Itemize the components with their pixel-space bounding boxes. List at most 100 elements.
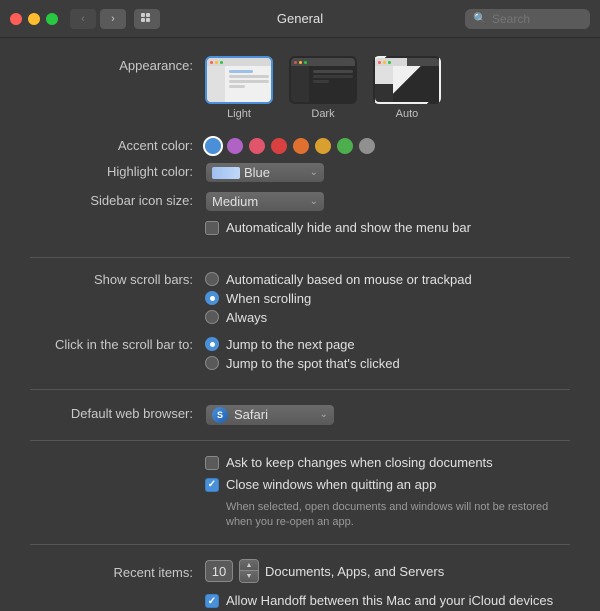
click-next-page-radio[interactable] xyxy=(205,337,219,351)
appearance-options: Light xyxy=(205,56,570,120)
click-next-page-label: Jump to the next page xyxy=(226,337,355,352)
accent-red[interactable] xyxy=(271,138,287,154)
recent-items-control: 10 ▲ ▼ Documents, Apps, and Servers xyxy=(205,559,570,583)
accent-colors-control xyxy=(205,136,570,154)
highlight-color-dropdown[interactable]: Blue ⌄ xyxy=(205,162,325,183)
appearance-dark[interactable]: Dark xyxy=(289,56,357,120)
sidebar-icon-size-control: Medium ⌄ xyxy=(205,191,570,212)
sidebar-icon-size-row: Sidebar icon size: Medium ⌄ xyxy=(30,191,570,212)
recent-items-suffix: Documents, Apps, and Servers xyxy=(265,564,444,579)
search-icon: 🔍 xyxy=(473,12,487,25)
back-button[interactable]: ‹ xyxy=(70,9,96,29)
appearance-dark-thumb xyxy=(289,56,357,104)
ask-keep-changes-checkbox[interactable] xyxy=(205,456,219,470)
menu-bar-row: Automatically hide and show the menu bar xyxy=(30,220,570,243)
appearance-light[interactable]: Light xyxy=(205,56,273,120)
click-scroll-bar-label: Click in the scroll bar to: xyxy=(30,337,205,352)
sidebar-icon-size-value: Medium xyxy=(212,194,306,209)
titlebar: ‹ › General 🔍 xyxy=(0,0,600,38)
close-documents-options: Ask to keep changes when closing documen… xyxy=(205,455,570,531)
appearance-auto-label: Auto xyxy=(396,108,419,120)
accent-blue[interactable] xyxy=(205,138,221,154)
sidebar-icon-size-arrow: ⌄ xyxy=(310,196,318,207)
scroll-auto-radio[interactable] xyxy=(205,272,219,286)
accent-yellow[interactable] xyxy=(315,138,331,154)
nav-buttons: ‹ › xyxy=(70,9,126,29)
click-scroll-bar-options: Jump to the next page Jump to the spot t… xyxy=(205,337,570,375)
forward-button[interactable]: › xyxy=(100,9,126,29)
scroll-auto-row: Automatically based on mouse or trackpad xyxy=(205,272,570,287)
stepper-down-icon[interactable]: ▼ xyxy=(240,571,258,582)
menu-bar-checkbox[interactable] xyxy=(205,221,219,235)
grid-button[interactable] xyxy=(134,9,160,29)
scroll-auto-label: Automatically based on mouse or trackpad xyxy=(226,272,472,287)
recent-items-value[interactable]: 10 xyxy=(205,560,233,582)
appearance-label: Appearance: xyxy=(30,56,205,73)
click-next-page-row: Jump to the next page xyxy=(205,337,570,352)
appearance-row: Appearance: xyxy=(30,56,570,120)
scroll-when-scrolling-row: When scrolling xyxy=(205,291,570,306)
highlight-color-control: Blue ⌄ xyxy=(205,162,570,183)
default-browser-dropdown[interactable]: S Safari ⌄ xyxy=(205,404,335,426)
window-title: General xyxy=(277,11,323,26)
accent-color-row: Accent color: xyxy=(30,136,570,154)
divider-3 xyxy=(30,440,570,441)
appearance-auto[interactable]: Auto xyxy=(373,56,441,120)
show-scroll-bars-options: Automatically based on mouse or trackpad… xyxy=(205,272,570,329)
click-spot-radio[interactable] xyxy=(205,356,219,370)
accent-graphite[interactable] xyxy=(359,138,375,154)
handoff-checkbox[interactable] xyxy=(205,594,219,608)
recent-items-stepper[interactable]: ▲ ▼ xyxy=(239,559,259,583)
safari-icon: S xyxy=(212,407,228,423)
recent-items-row: Recent items: 10 ▲ ▼ Documents, Apps, an… xyxy=(30,559,570,583)
click-spot-label: Jump to the spot that's clicked xyxy=(226,356,400,371)
minimize-button[interactable] xyxy=(28,13,40,25)
scroll-when-scrolling-label: When scrolling xyxy=(226,291,311,306)
accent-pink[interactable] xyxy=(249,138,265,154)
stepper-up-icon[interactable]: ▲ xyxy=(240,560,258,571)
appearance-auto-thumb xyxy=(373,56,441,104)
highlight-color-label: Highlight color: xyxy=(30,162,205,179)
appearance-light-label: Light xyxy=(227,108,251,120)
click-scroll-bar-row: Click in the scroll bar to: Jump to the … xyxy=(30,337,570,375)
search-box: 🔍 xyxy=(465,9,590,29)
divider-2 xyxy=(30,389,570,390)
fullscreen-button[interactable] xyxy=(46,13,58,25)
accent-purple[interactable] xyxy=(227,138,243,154)
main-content: Appearance: xyxy=(0,38,600,611)
scroll-always-label: Always xyxy=(226,310,267,325)
handoff-label: Allow Handoff between this Mac and your … xyxy=(226,593,553,610)
close-documents-row: Ask to keep changes when closing documen… xyxy=(30,455,570,531)
handoff-checkbox-row: Allow Handoff between this Mac and your … xyxy=(205,593,570,610)
accent-green[interactable] xyxy=(337,138,353,154)
highlight-color-arrow: ⌄ xyxy=(310,167,318,178)
search-input[interactable] xyxy=(492,12,582,26)
close-windows-row: Close windows when quitting an app xyxy=(205,477,570,494)
close-button[interactable] xyxy=(10,13,22,25)
divider-4 xyxy=(30,544,570,545)
default-browser-value: Safari xyxy=(234,407,314,422)
show-scroll-bars-row: Show scroll bars: Automatically based on… xyxy=(30,272,570,329)
sidebar-icon-size-label: Sidebar icon size: xyxy=(30,191,205,208)
accent-color-label: Accent color: xyxy=(30,136,205,153)
default-browser-control: S Safari ⌄ xyxy=(205,404,570,426)
default-browser-label: Default web browser: xyxy=(30,404,205,421)
scroll-always-row: Always xyxy=(205,310,570,325)
click-spot-row: Jump to the spot that's clicked xyxy=(205,356,570,371)
ask-keep-changes-label: Ask to keep changes when closing documen… xyxy=(226,455,493,472)
sidebar-icon-size-dropdown[interactable]: Medium ⌄ xyxy=(205,191,325,212)
show-scroll-bars-label: Show scroll bars: xyxy=(30,272,205,287)
close-windows-label: Close windows when quitting an app xyxy=(226,477,436,494)
appearance-dark-label: Dark xyxy=(311,108,334,120)
traffic-lights xyxy=(10,13,58,25)
menu-bar-checkbox-row: Automatically hide and show the menu bar xyxy=(205,220,570,237)
scroll-always-radio[interactable] xyxy=(205,310,219,324)
handoff-row: Allow Handoff between this Mac and your … xyxy=(30,593,570,611)
appearance-light-thumb xyxy=(205,56,273,104)
close-windows-checkbox[interactable] xyxy=(205,478,219,492)
scroll-when-scrolling-radio[interactable] xyxy=(205,291,219,305)
recent-items-label: Recent items: xyxy=(30,563,205,580)
highlight-color-row: Highlight color: Blue ⌄ xyxy=(30,162,570,183)
accent-orange[interactable] xyxy=(293,138,309,154)
highlight-color-value: Blue xyxy=(244,165,306,180)
